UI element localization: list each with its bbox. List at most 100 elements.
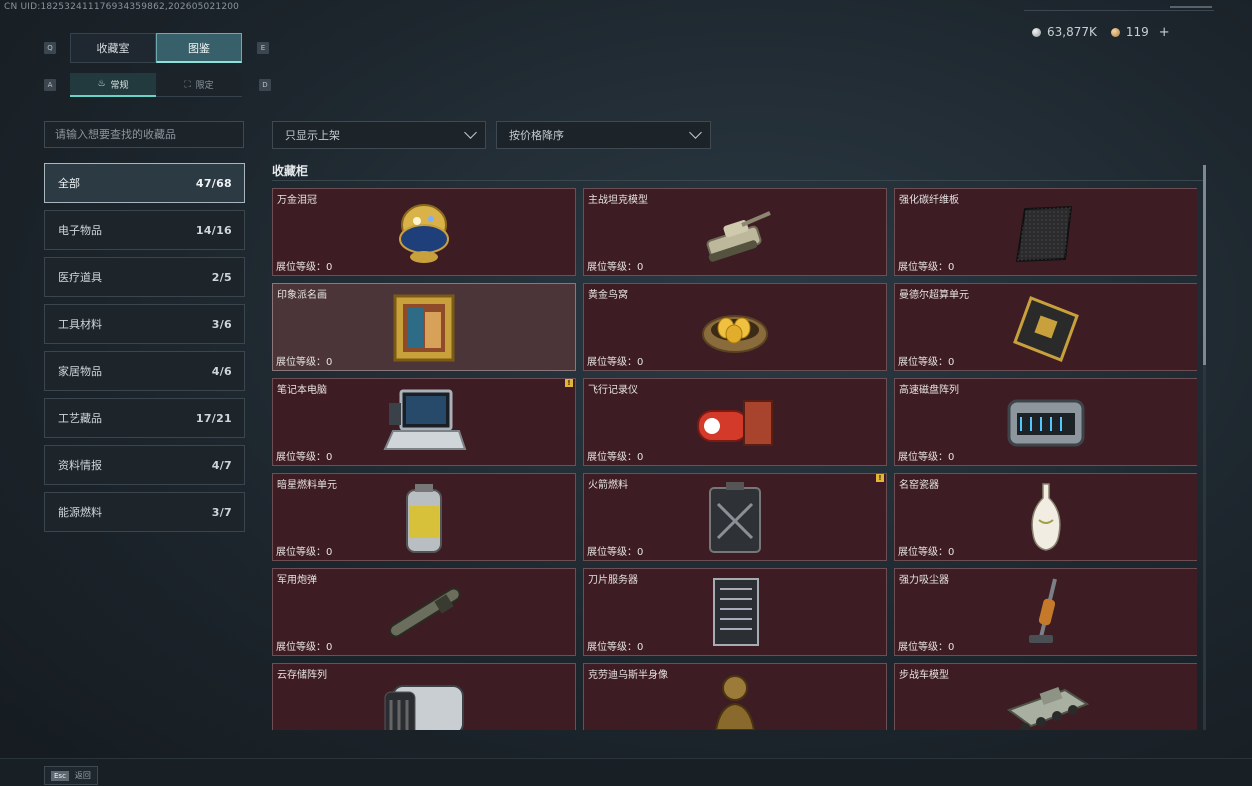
category-electronics[interactable]: 电子物品 14/16 — [44, 210, 245, 250]
item-name: 主战坦克模型 — [588, 195, 648, 206]
back-label: 返回 — [74, 771, 91, 780]
category-count: 17/21 — [195, 411, 232, 425]
cloud-storage-icon — [379, 670, 469, 730]
back-button[interactable]: Esc 返回 — [44, 766, 98, 785]
item-name: 名窑瓷器 — [899, 480, 939, 491]
chevron-down-icon — [464, 126, 477, 139]
search-input[interactable] — [44, 121, 244, 148]
display-filter-dropdown[interactable]: 只显示上架 — [272, 121, 486, 149]
key-hint-next-subtab: D — [259, 79, 271, 91]
collection-item-card[interactable]: 云存储阵列展位等级：0 — [272, 663, 576, 730]
category-label: 医疗道具 — [58, 271, 102, 284]
supercomputer-unit-icon — [1001, 290, 1091, 366]
booth-level: 展位等级：0 — [898, 452, 955, 463]
framed-painting-icon — [379, 290, 469, 366]
collection-item-card[interactable]: 印象派名画展位等级：0 — [272, 283, 576, 371]
collection-item-card[interactable]: 笔记本电脑 展位等级：0! — [272, 378, 576, 466]
tank-model-icon — [690, 195, 780, 271]
item-name: 克劳迪乌斯半身像 — [588, 670, 668, 681]
collection-item-card[interactable]: 强化碳纤维板 展位等级：0 — [894, 188, 1197, 276]
collection-item-card[interactable]: 步战车模型展位等级：0 — [894, 663, 1197, 730]
category-label: 电子物品 — [58, 224, 102, 237]
esc-key-hint: Esc — [51, 770, 69, 781]
display-filter-value: 只显示上架 — [285, 129, 340, 142]
candle-icon: ♨ — [97, 79, 106, 89]
category-count: 3/7 — [211, 505, 232, 519]
category-energy[interactable]: 能源燃料 3/7 — [44, 492, 245, 532]
scrollbar-thumb[interactable] — [1203, 165, 1206, 365]
item-name: 军用炮弹 — [277, 575, 317, 586]
category-count: 14/16 — [195, 223, 232, 237]
category-label: 工具材料 — [58, 318, 102, 331]
item-name: 火箭燃料 — [588, 480, 628, 491]
item-name: 暗星燃料单元 — [277, 480, 337, 491]
collection-item-card[interactable]: 暗星燃料单元 展位等级：0 — [272, 473, 576, 561]
porcelain-vase-icon — [1001, 480, 1091, 556]
category-crafts[interactable]: 工艺藏品 17/21 — [44, 398, 245, 438]
section-divider — [272, 180, 1204, 181]
category-medical[interactable]: 医疗道具 2/5 — [44, 257, 245, 297]
collection-item-card[interactable]: 黄金鸟窝 展位等级：0 — [583, 283, 887, 371]
category-household[interactable]: 家居物品 4/6 — [44, 351, 245, 391]
top-divider — [1024, 10, 1214, 11]
booth-level: 展位等级：0 — [276, 642, 333, 653]
subtab-regular[interactable]: ♨ 常规 — [70, 73, 156, 97]
collection-item-card[interactable]: 高速磁盘阵列 展位等级：0 — [894, 378, 1197, 466]
collection-item-card[interactable]: 曼德尔超算单元 展位等级：0 — [894, 283, 1197, 371]
category-label: 家居物品 — [58, 365, 102, 378]
carbon-plate-icon — [1001, 195, 1091, 271]
item-name: 高速磁盘阵列 — [899, 385, 959, 396]
booth-level: 展位等级：0 — [276, 547, 333, 558]
artillery-shell-icon — [379, 575, 469, 651]
item-name: 万金泪冠 — [277, 195, 317, 206]
key-hint-next-tab: E — [257, 42, 269, 54]
category-list: 全部 47/68 电子物品 14/16 医疗道具 2/5 工具材料 3/6 家居物品 4/… — [44, 163, 245, 539]
item-name: 笔记本电脑 — [277, 385, 327, 396]
sort-dropdown[interactable]: 按价格降序 — [496, 121, 711, 149]
category-count: 47/68 — [195, 176, 232, 190]
item-name: 印象派名画 — [277, 290, 327, 301]
key-hint-prev-tab: Q — [44, 42, 56, 54]
item-name: 曼德尔超算单元 — [899, 290, 969, 301]
silver-coin-icon — [1032, 27, 1041, 37]
collection-item-card[interactable]: 克劳迪乌斯半身像展位等级：0 — [583, 663, 887, 730]
tab-codex[interactable]: 图鉴 — [156, 33, 242, 63]
bust-statue-icon — [690, 670, 780, 730]
top-divider-accent — [1170, 6, 1212, 8]
collection-item-card[interactable]: 火箭燃料 展位等级：0! — [583, 473, 887, 561]
category-tools[interactable]: 工具材料 3/6 — [44, 304, 245, 344]
category-all[interactable]: 全部 47/68 — [44, 163, 245, 203]
subtab-limited-label: 限定 — [195, 81, 214, 91]
item-name: 强化碳纤维板 — [899, 195, 959, 206]
subtab-regular-label: 常规 — [110, 80, 129, 91]
subtab-limited[interactable]: ⛶ 限定 — [156, 73, 242, 97]
category-count: 4/7 — [211, 458, 232, 472]
collection-item-card[interactable]: 主战坦克模型 展位等级：0 — [583, 188, 887, 276]
laptop-icon — [379, 385, 469, 461]
category-label: 能源燃料 — [58, 506, 102, 519]
sort-value: 按价格降序 — [509, 129, 564, 142]
collection-item-card[interactable]: 名窑瓷器 展位等级：0 — [894, 473, 1197, 561]
ifv-model-icon — [1001, 670, 1091, 730]
collection-item-card[interactable]: 刀片服务器 展位等级：0 — [583, 568, 887, 656]
collection-item-card[interactable]: 军用炮弹展位等级：0 — [272, 568, 576, 656]
vacuum-cleaner-icon — [1001, 575, 1091, 651]
add-currency-button[interactable]: + — [1159, 25, 1170, 40]
category-intel[interactable]: 资料情报 4/7 — [44, 445, 245, 485]
collection-grid: 万金泪冠 展位等级：0 主战坦克模型 展位等级：0 强化碳纤维板 展位等级：0 印象派名画展… — [272, 188, 1197, 730]
collection-item-card[interactable]: 强力吸尘器 展位等级：0 — [894, 568, 1197, 656]
key-hint-prev-subtab: A — [44, 79, 56, 91]
item-name: 强力吸尘器 — [899, 575, 949, 586]
booth-level: 展位等级：0 — [587, 642, 644, 653]
category-count: 3/6 — [211, 317, 232, 331]
booth-level: 展位等级：0 — [898, 357, 955, 368]
collection-item-card[interactable]: 飞行记录仪 展位等级：0 — [583, 378, 887, 466]
booth-level: 展位等级：0 — [587, 452, 644, 463]
booth-level: 展位等级：0 — [276, 357, 333, 368]
collection-item-card[interactable]: 万金泪冠 展位等级：0 — [272, 188, 576, 276]
alert-badge-icon: ! — [876, 474, 884, 482]
blade-server-icon — [690, 575, 780, 651]
tab-collection-room[interactable]: 收藏室 — [70, 33, 156, 63]
currency-bar: 63,877K 119 + — [1032, 20, 1170, 44]
fuel-canister-icon — [379, 480, 469, 556]
